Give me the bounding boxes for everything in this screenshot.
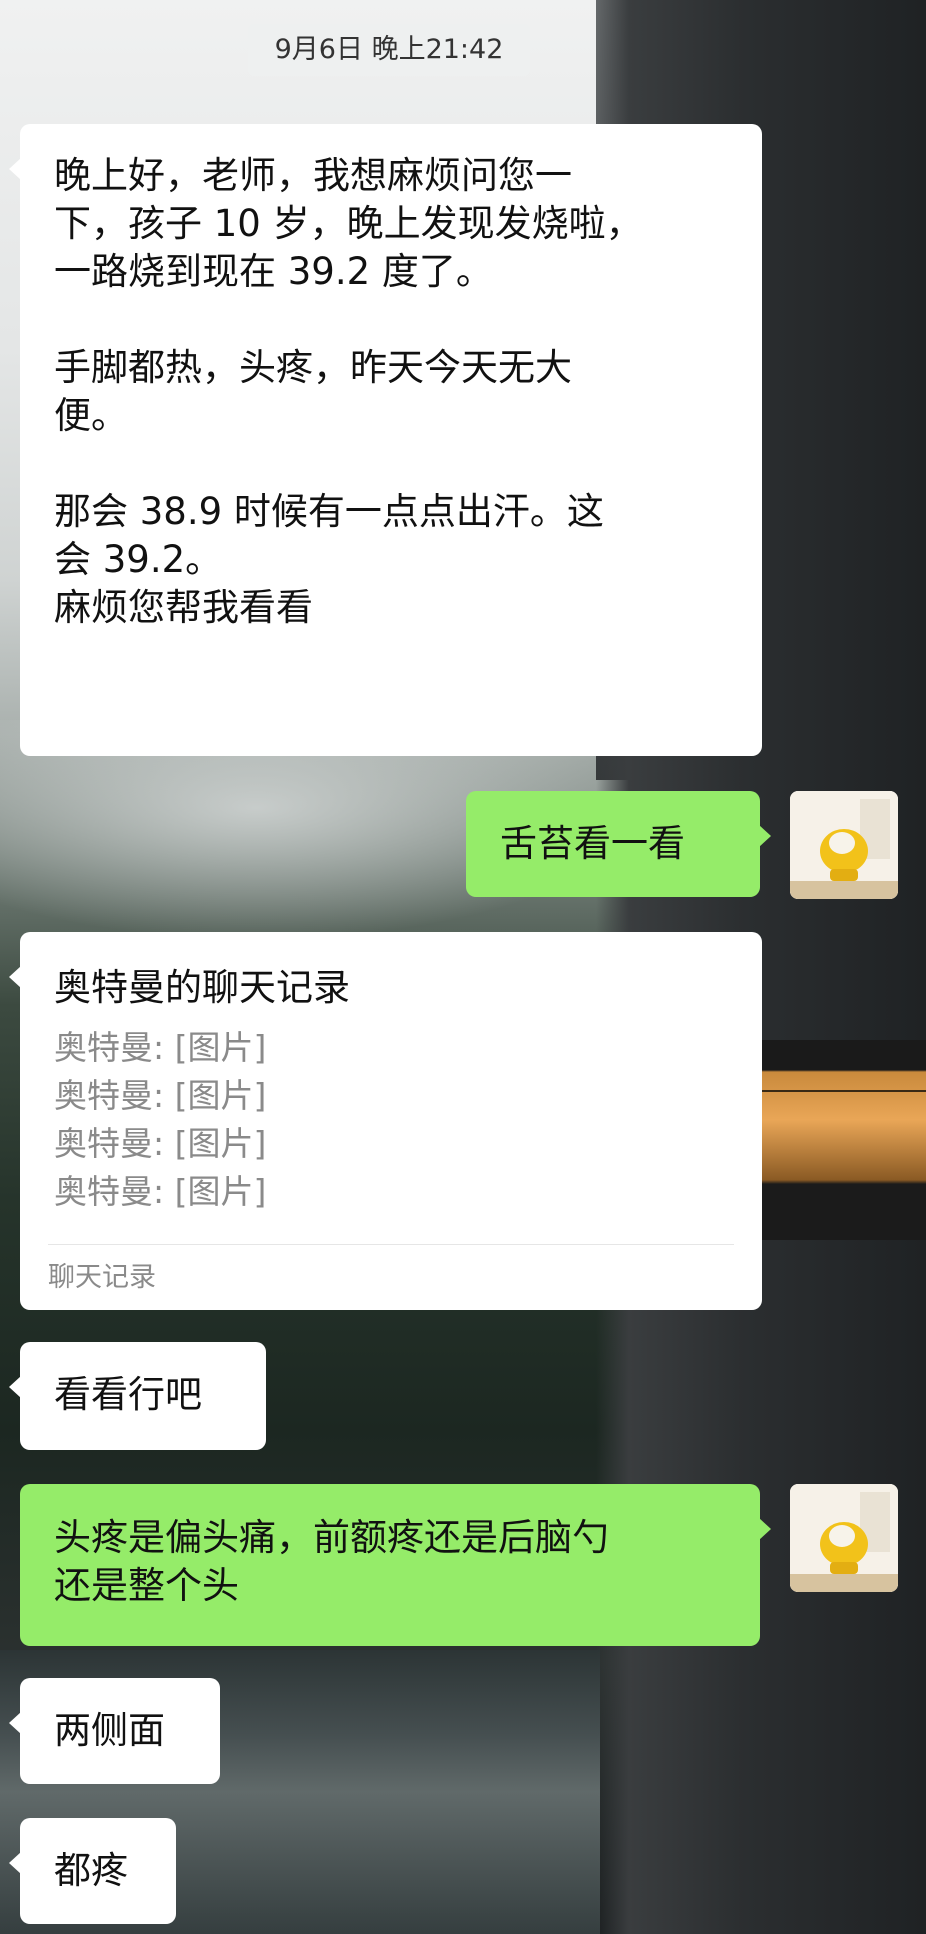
message-bubble-received[interactable]: 晚上好，老师，我想麻烦问您一 下，孩子 10 岁，晚上发现发烧啦， 一路烧到现在… (9, 124, 762, 756)
chat-record-line: 奥特曼: [图片] (54, 1124, 267, 1163)
background-cabin (760, 1040, 926, 1240)
yellow-chair-avatar-icon (790, 1484, 898, 1592)
message-text: 都疼 (54, 1849, 128, 1892)
chat-record-footer: 聊天记录 (48, 1262, 156, 1293)
message-bubble-sent[interactable]: 头疼是偏头痛，前额疼还是后脑勺 还是整个头 (20, 1484, 771, 1646)
message-bubble-received[interactable]: 两侧面 (9, 1678, 220, 1784)
chat-record-line: 奥特曼: [图片] (54, 1172, 267, 1211)
chat-record-card[interactable]: 奥特曼的聊天记录 奥特曼: [图片] 奥特曼: [图片] 奥特曼: [图片] 奥… (9, 932, 762, 1310)
chat-record-line: 奥特曼: [图片] (54, 1076, 267, 1115)
message-text: 两侧面 (54, 1709, 165, 1752)
message-bubble-received[interactable]: 都疼 (9, 1818, 176, 1924)
chat-record-line: 奥特曼: [图片] (54, 1028, 267, 1067)
message-text: 舌苔看一看 (500, 822, 685, 865)
chat-record-divider (48, 1244, 734, 1245)
yellow-chair-avatar-icon (790, 791, 898, 899)
avatar[interactable] (790, 791, 898, 899)
message-text: 手脚都热，头疼，昨天今天无大 便。 (54, 346, 572, 437)
message-text: 看看行吧 (54, 1373, 202, 1416)
message-bubble-received[interactable]: 看看行吧 (9, 1342, 266, 1450)
message-bubble-sent[interactable]: 舌苔看一看 (466, 791, 771, 897)
timestamp-label: 9月6日 晚上21:42 (248, 24, 530, 76)
avatar[interactable] (790, 1484, 898, 1592)
message-text: 晚上好，老师，我想麻烦问您一 下，孩子 10 岁，晚上发现发烧啦， 一路烧到现在… (54, 154, 643, 293)
chat-record-title: 奥特曼的聊天记录 (54, 966, 350, 1009)
message-text: 头疼是偏头痛，前额疼还是后脑勺 还是整个头 (54, 1516, 609, 1607)
message-text: 那会 38.9 时候有一点点出汗。这 会 39.2。 麻烦您帮我看看 (54, 490, 604, 629)
